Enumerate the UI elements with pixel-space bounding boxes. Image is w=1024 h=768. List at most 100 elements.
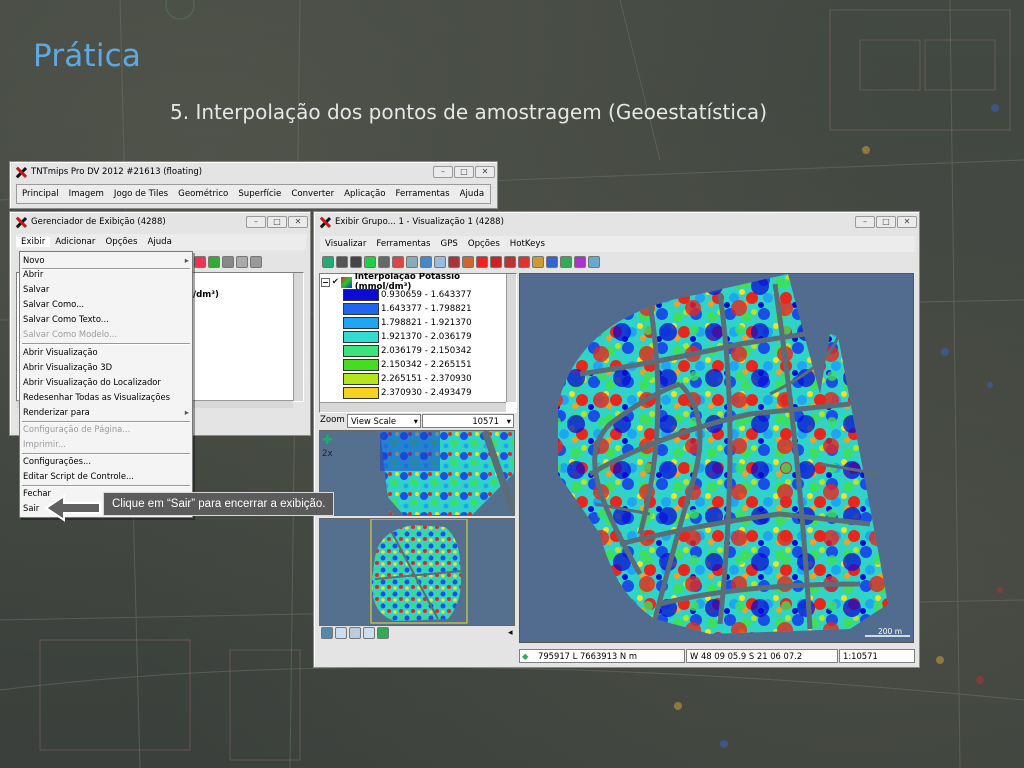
menu-geometrico[interactable]: Geométrico <box>173 189 233 199</box>
image-icon[interactable] <box>560 256 572 268</box>
menu-gps[interactable]: GPS <box>436 239 463 249</box>
minimize-button[interactable]: – <box>246 216 266 228</box>
list-icon[interactable] <box>250 256 262 268</box>
select-tool-icon[interactable] <box>406 256 418 268</box>
legend-item: 2.036179 - 2.150342 <box>343 344 472 358</box>
zoom-extent-icon[interactable] <box>349 627 361 639</box>
close-button[interactable]: ✕ <box>897 216 917 228</box>
zoom-in-icon[interactable] <box>335 627 347 639</box>
main-map-view[interactable]: 200 m <box>519 273 914 643</box>
view-window-titlebar[interactable]: Exibir Grupo... 1 - Visualização 1 (4288… <box>316 214 917 230</box>
gps-icon[interactable] <box>588 256 600 268</box>
legend-item: 0.930659 - 1.643377 <box>343 288 472 302</box>
display-manager-menubar: Exibir Adicionar Opções Ajuda <box>16 234 306 250</box>
legend-item: 2.370930 - 2.493479 <box>343 386 472 400</box>
menu-opcoes[interactable]: Opções <box>100 237 142 247</box>
close-button[interactable]: ✕ <box>475 166 495 178</box>
main-window-titlebar[interactable]: TNTmips Pro DV 2012 #21613 (floating) – … <box>12 164 495 180</box>
zoom-out-icon[interactable] <box>363 627 375 639</box>
maximize-button[interactable]: □ <box>454 166 474 178</box>
maximize-button[interactable]: □ <box>876 216 896 228</box>
stop-icon[interactable] <box>476 256 488 268</box>
menu-item-renderizar-para[interactable]: Renderizar para ▸ <box>23 405 189 419</box>
zoom-in-icon[interactable] <box>504 256 516 268</box>
zoom-factor-label: 2x <box>322 449 333 459</box>
grid-icon[interactable] <box>222 256 234 268</box>
menu-hotkeys[interactable]: HotKeys <box>505 239 550 249</box>
locator-panel[interactable] <box>319 518 515 626</box>
list-icon[interactable] <box>321 627 333 639</box>
legend-item: 1.798821 - 1.921370 <box>343 316 472 330</box>
menu-ferramentas[interactable]: Ferramentas <box>371 239 435 249</box>
panel-collapse-arrow-icon[interactable]: ◂ <box>508 628 513 638</box>
palette-icon[interactable] <box>574 256 586 268</box>
menu-exibir[interactable]: Exibir <box>16 237 51 247</box>
raster-icon[interactable] <box>208 256 220 268</box>
zoom-tool-icon[interactable] <box>490 256 502 268</box>
pencil-icon[interactable] <box>532 256 544 268</box>
move-icon[interactable] <box>392 256 404 268</box>
close-button[interactable]: ✕ <box>288 216 308 228</box>
layer-visible-checkbox[interactable]: ✔ <box>332 277 339 287</box>
menu-item-abrir-visualizacao-localizador[interactable]: Abrir Visualização do Localizador <box>23 375 161 389</box>
legend-item: 2.265151 - 2.370930 <box>343 372 472 386</box>
exibir-dropdown-menu: Novo ▸ Abrir Salvar Salvar Como... Salva… <box>19 251 193 518</box>
legend-panel: − ✔ Interpolação Potássio (mmol/dm³) 0.9… <box>319 273 515 410</box>
menu-item-sair[interactable]: Sair <box>23 501 39 515</box>
layer-tree-vscrollbar[interactable] <box>293 273 303 401</box>
legend-swatch <box>343 289 379 301</box>
menu-principal[interactable]: Principal <box>17 189 64 199</box>
menu-item-redesenhar[interactable]: Redesenhar Todas as Visualizações <box>23 390 170 404</box>
menu-item-salvar-como-texto[interactable]: Salvar Como Texto... <box>23 312 109 326</box>
menu-ajuda[interactable]: Ajuda <box>455 189 489 199</box>
display-manager-titlebar[interactable]: Gerenciador de Exibição (4288) – □ ✕ <box>12 214 308 230</box>
zoom-plus-icon[interactable]: ✚ <box>322 433 333 448</box>
user-icon[interactable] <box>378 256 390 268</box>
edit-icon[interactable] <box>546 256 558 268</box>
callout-arrow-icon <box>44 494 101 522</box>
add-point-icon[interactable] <box>434 256 446 268</box>
menu-item-abrir[interactable]: Abrir <box>23 267 43 281</box>
menu-adicionar[interactable]: Adicionar <box>50 237 100 247</box>
menu-jogo-de-tiles[interactable]: Jogo de Tiles <box>109 189 173 199</box>
pan-icon[interactable] <box>350 256 362 268</box>
zoom-preview-panel[interactable]: ✚ 2x <box>319 430 515 516</box>
binoculars-icon[interactable] <box>364 256 376 268</box>
legend-item: 1.643377 - 1.798821 <box>343 302 472 316</box>
menu-opcoes[interactable]: Opções <box>463 239 505 249</box>
measure-icon[interactable] <box>420 256 432 268</box>
menu-ferramentas[interactable]: Ferramentas <box>390 189 454 199</box>
menu-aplicacao[interactable]: Aplicação <box>339 189 390 199</box>
menu-item-abrir-visualizacao[interactable]: Abrir Visualização <box>23 345 98 359</box>
potassium-interpolation-map <box>558 274 910 637</box>
menu-superficie[interactable]: Superfície <box>233 189 286 199</box>
menu-separator <box>22 268 190 270</box>
view-toolbar <box>322 256 600 268</box>
maximize-button[interactable]: □ <box>267 216 287 228</box>
rotate-icon[interactable] <box>448 256 460 268</box>
scale-bar-label: 200 m <box>878 627 903 636</box>
pointer-icon[interactable] <box>518 256 530 268</box>
submenu-arrow-icon: ▸ <box>184 407 189 417</box>
table-icon[interactable] <box>236 256 248 268</box>
layer-icon[interactable] <box>194 256 206 268</box>
menu-converter[interactable]: Converter <box>286 189 339 199</box>
refresh-icon[interactable] <box>322 256 334 268</box>
menu-ajuda[interactable]: Ajuda <box>142 237 176 247</box>
menu-imagem[interactable]: Imagem <box>64 189 109 199</box>
menu-item-configuracoes[interactable]: Configurações... <box>23 454 91 468</box>
menu-item-salvar-como[interactable]: Salvar Como... <box>23 297 84 311</box>
menu-item-novo[interactable]: Novo ▸ <box>23 253 189 267</box>
menu-item-abrir-visualizacao-3d[interactable]: Abrir Visualização 3D <box>23 360 112 374</box>
collapse-toggle[interactable]: − <box>321 277 330 287</box>
minimize-button[interactable]: – <box>855 216 875 228</box>
menu-item-editar-script[interactable]: Editar Script de Controle... <box>23 469 134 483</box>
menu-visualizar[interactable]: Visualizar <box>320 239 371 249</box>
zoom-value-field[interactable]: 10571 ▾ <box>422 414 514 428</box>
layers-icon[interactable] <box>336 256 348 268</box>
minimize-button[interactable]: – <box>433 166 453 178</box>
arrows-icon[interactable] <box>462 256 474 268</box>
zoom-mode-select[interactable]: View Scale ▾ <box>347 414 421 428</box>
map-icon[interactable] <box>377 627 389 639</box>
menu-item-salvar[interactable]: Salvar <box>23 282 49 296</box>
